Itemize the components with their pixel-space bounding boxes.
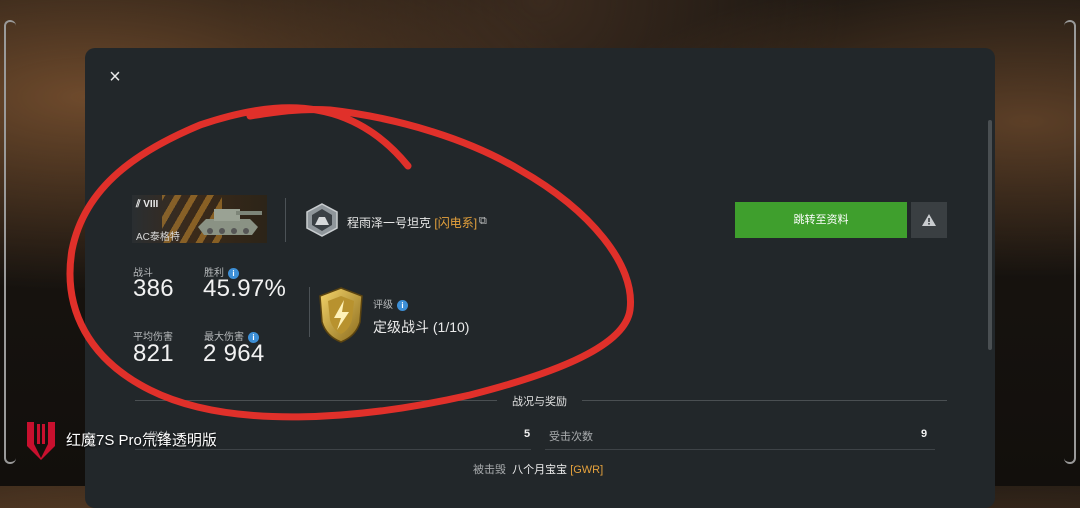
divider (309, 287, 310, 337)
killer-name[interactable]: 八个月宝宝 (512, 464, 567, 476)
battles-value: 386 (133, 275, 174, 302)
rating-label: 评级 i (373, 296, 408, 311)
killer-clan: [GWR] (570, 464, 604, 476)
row-value: 9 (921, 428, 928, 440)
section-title: 战况与奖励 (512, 396, 567, 408)
tank-tier: ⫽ VIII (136, 199, 159, 210)
divider (582, 400, 947, 401)
scrollbar[interactable] (988, 120, 992, 350)
divider (135, 400, 497, 401)
info-icon[interactable]: i (397, 299, 408, 311)
rating-value: 定级战斗 (1/10) (373, 319, 470, 335)
killed-by: 被击毁 八个月宝宝 [GWR] (473, 464, 604, 476)
tank-name: AC泰格特 (136, 232, 180, 243)
goto-profile-button[interactable]: 跳转至资料 (735, 202, 907, 238)
close-icon[interactable]: × (104, 66, 126, 88)
clan-emblem-icon (306, 203, 338, 237)
phone-bezel-left (4, 20, 16, 464)
avg-damage-value: 821 (133, 340, 174, 367)
divider (285, 198, 286, 242)
report-button[interactable] (911, 202, 947, 238)
max-damage-value: 2 964 (203, 340, 265, 367)
player-name[interactable]: 程雨泽一号坦克 [闪电系] (347, 214, 477, 231)
row-value: 5 (524, 428, 531, 440)
tank-icon (198, 209, 262, 235)
divider (545, 449, 935, 450)
row-label: 受击次数 (549, 431, 593, 443)
brand-watermark: 红魔7S Pro氘锋透明版 (24, 418, 217, 460)
winrate-value: 45.97% (203, 275, 287, 302)
tank-card: ⫽ VIII AC泰格特 (132, 195, 267, 243)
red-magic-logo-icon (27, 422, 55, 460)
rank-badge-icon (319, 287, 363, 343)
phone-bezel-right (1064, 20, 1076, 464)
copy-icon[interactable]: ⧉ (479, 215, 487, 228)
warning-icon (922, 214, 936, 226)
